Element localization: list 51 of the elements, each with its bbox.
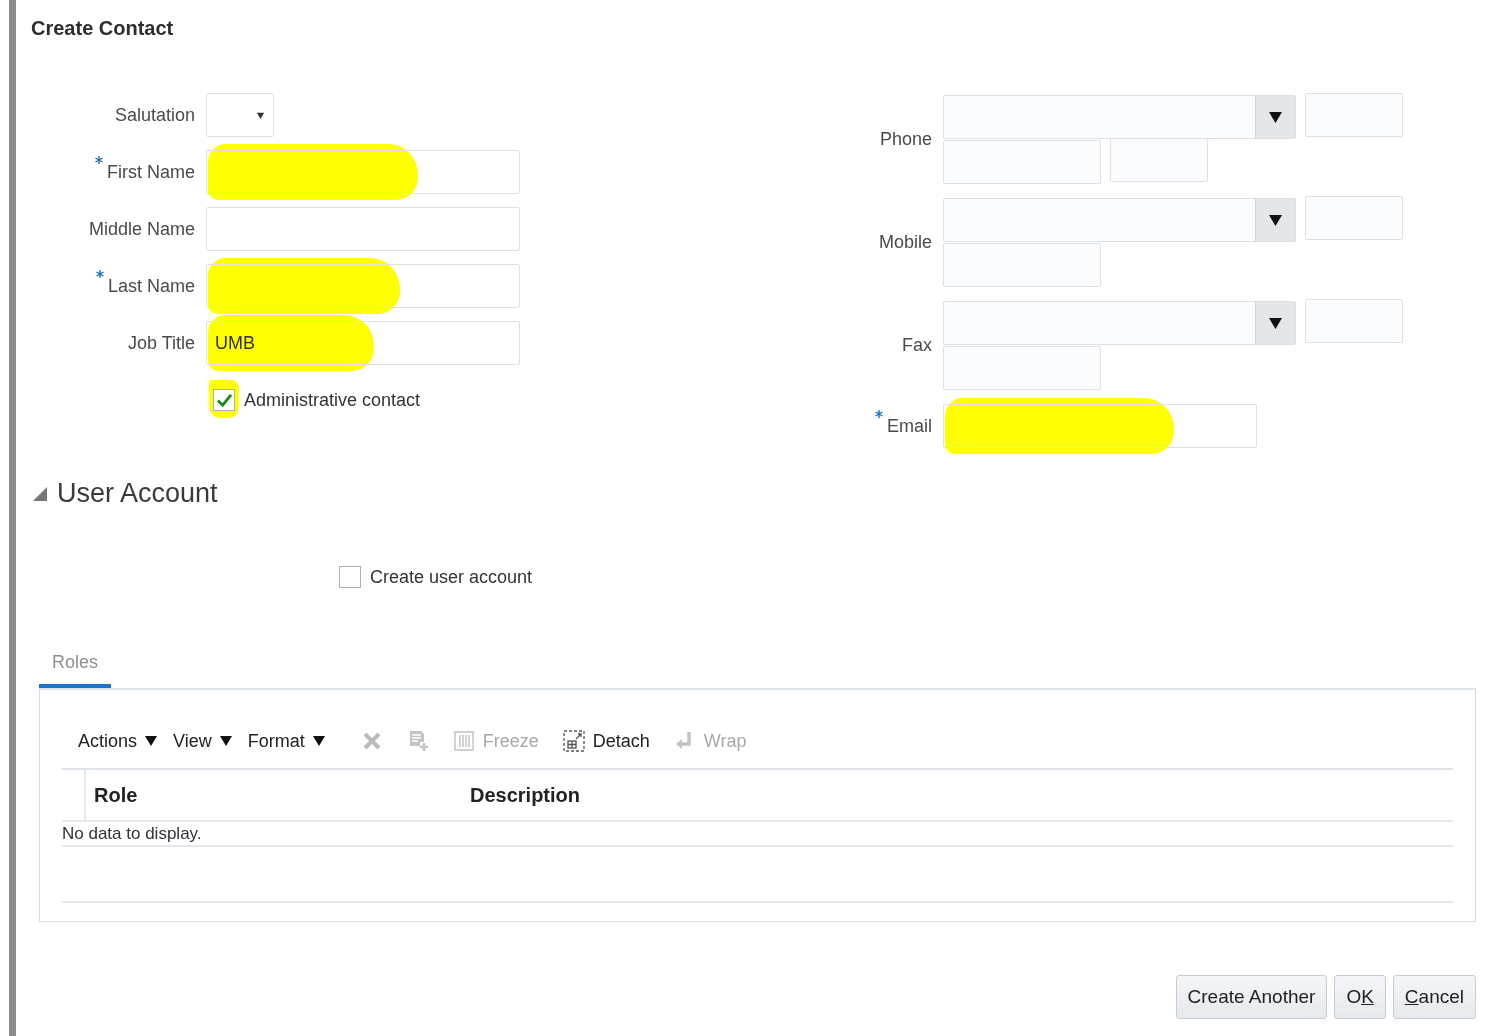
caret-icon <box>1269 317 1282 329</box>
menu-button[interactable]: Format <box>247 730 325 752</box>
text-field[interactable] <box>1305 196 1403 240</box>
dialog-title: Create Contact <box>31 17 175 40</box>
text-field[interactable] <box>206 207 520 251</box>
menu-button[interactable]: Actions <box>78 730 158 752</box>
collapse-icon[interactable] <box>33 486 47 501</box>
text-field[interactable] <box>943 140 1101 184</box>
text-field[interactable] <box>1305 299 1403 343</box>
dropdown-field[interactable] <box>943 301 1296 345</box>
caret-icon <box>1269 111 1282 123</box>
dialog-button[interactable]: OK <box>1334 975 1386 1019</box>
caret-icon <box>256 110 265 120</box>
checkbox-label: Create user account <box>370 566 533 588</box>
column-header: Role <box>93 782 139 808</box>
toolbar-button[interactable]: Detach <box>562 730 650 752</box>
text-field[interactable] <box>943 346 1101 390</box>
section-title: User Account <box>57 478 218 509</box>
dialog-button[interactable]: Create Another <box>1175 975 1328 1019</box>
freeze-icon <box>452 730 475 752</box>
caret-icon <box>145 736 158 746</box>
text-field[interactable] <box>206 150 520 194</box>
field-label: Mobile <box>878 232 932 253</box>
dropdown-field[interactable] <box>943 198 1296 242</box>
field-label: Job Title <box>127 332 195 354</box>
text-field[interactable] <box>206 264 520 308</box>
empty-message: No data to display. <box>62 824 202 844</box>
dropdown-field[interactable] <box>206 93 274 137</box>
text-field[interactable]: UMB <box>206 321 520 365</box>
caret-icon <box>312 736 325 746</box>
field-label: Last Name <box>107 275 195 297</box>
checkbox-label: Administrative contact <box>244 389 421 411</box>
column-header: Description <box>469 782 581 808</box>
text-field[interactable] <box>1305 93 1403 137</box>
field-label: First Name <box>107 161 195 183</box>
text-field[interactable] <box>943 404 1257 448</box>
field-label: Phone <box>879 129 932 150</box>
dropdown-field[interactable] <box>943 95 1296 139</box>
text-field[interactable] <box>1110 138 1208 182</box>
caret-icon <box>219 736 232 746</box>
field-label: Fax <box>902 335 932 356</box>
checkbox[interactable] <box>213 389 235 411</box>
checkbox[interactable] <box>339 566 361 588</box>
caret-icon <box>1269 214 1282 226</box>
field-label: Salutation <box>114 104 195 126</box>
text-field[interactable] <box>943 243 1101 287</box>
menu-button[interactable]: View <box>173 730 232 752</box>
detach-icon <box>562 730 585 752</box>
field-label: Email <box>887 415 932 437</box>
field-label: Middle Name <box>88 218 195 240</box>
dialog-button[interactable]: Cancel <box>1392 975 1476 1019</box>
